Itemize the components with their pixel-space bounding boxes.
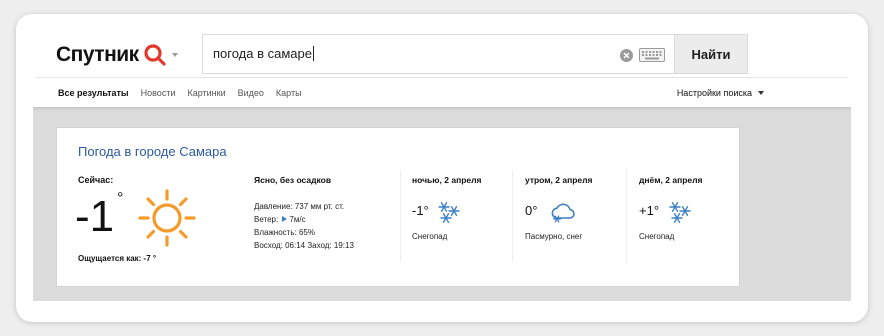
cloud-snow-icon [551, 203, 575, 223]
forecast-temperature: 0° [525, 203, 538, 218]
feels-like: Ощущается как: -7 ° [78, 254, 157, 263]
weather-card: Погода в городе Самара Сейчас: -1 ° Ощущ… [56, 127, 740, 287]
wind-row: Ветер: 7м/с [254, 213, 354, 226]
forecast-morning: утром, 2 апреля 0° Пасмурно, снег [525, 175, 635, 241]
forecast-title: утром, 2 апреля [525, 175, 593, 185]
forecast-description: Пасмурно, снег [525, 232, 583, 241]
logo-magnifier-icon [144, 44, 166, 66]
wind-direction-icon [282, 216, 288, 222]
tab-video[interactable]: Видео [238, 88, 264, 98]
forecast-description: Снегопад [639, 232, 675, 241]
search-box: погода в самаре [202, 34, 674, 74]
header-divider [36, 77, 848, 78]
column-divider [400, 170, 401, 262]
degree-symbol: ° [117, 190, 124, 207]
tab-maps[interactable]: Карты [276, 88, 302, 98]
forecast-description: Снегопад [412, 232, 448, 241]
tab-all-results[interactable]: Все результаты [58, 88, 129, 98]
forecast-night: ночью, 2 апреля -1° Снегопад [412, 175, 522, 241]
snow-icon [669, 201, 691, 224]
search-input-value: погода в самаре [213, 46, 312, 61]
humidity-text: Влажность: 65% [254, 228, 315, 237]
forecast-day: днём, 2 апреля +1° Снегопад [639, 175, 749, 241]
clear-search-button[interactable] [620, 49, 633, 62]
search-input[interactable]: погода в самаре [213, 35, 593, 73]
tab-images[interactable]: Картинки [187, 88, 225, 98]
forecast-temperature: +1° [639, 203, 660, 218]
snow-icon [438, 201, 460, 224]
logo[interactable]: Спутник [56, 41, 179, 69]
chevron-down-icon[interactable] [171, 51, 179, 59]
forecast-title: днём, 2 апреля [639, 175, 703, 185]
forecast-temperature: -1° [412, 203, 429, 218]
condition-text: Ясно, без осадков [254, 175, 332, 185]
current-temperature: -1 [75, 192, 115, 241]
forecast-row: -1° [412, 199, 522, 229]
caret-down-icon [758, 91, 764, 95]
wind-value: 7м/с [289, 215, 306, 224]
pressure-text: Давление: 737 мм рт. ст. [254, 202, 345, 211]
logo-text: Спутник [56, 43, 139, 66]
wind-label: Ветер: [254, 215, 279, 224]
forecast-title: ночью, 2 апреля [412, 175, 482, 185]
browser-frame: Спутник погода в самаре Найти Все резуль… [16, 14, 868, 322]
results-area: Погода в городе Самара Сейчас: -1 ° Ощущ… [33, 107, 851, 301]
weather-title-link[interactable]: Погода в городе Самара [78, 144, 227, 159]
keyboard-icon[interactable] [639, 48, 665, 62]
now-label: Сейчас: [78, 175, 114, 185]
search-settings-link[interactable]: Настройки поиска [677, 88, 764, 98]
close-icon [623, 52, 630, 59]
search-settings-label: Настройки поиска [676, 88, 752, 98]
sun-icon [138, 189, 196, 247]
search-tabs: Все результаты Новости Картинки Видео Ка… [58, 88, 314, 98]
tab-news[interactable]: Новости [141, 88, 176, 98]
search-button[interactable]: Найти [674, 34, 748, 74]
forecast-row: +1° [639, 199, 749, 229]
weather-details: Давление: 737 мм рт. ст. Ветер: 7м/с Вла… [254, 200, 354, 252]
header-bar: Спутник погода в самаре Найти Все резуль… [16, 14, 868, 102]
sun-times-text: Восход: 06:14 Заход: 19:13 [254, 241, 354, 250]
forecast-row: 0° [525, 199, 635, 229]
text-cursor [312, 46, 314, 61]
